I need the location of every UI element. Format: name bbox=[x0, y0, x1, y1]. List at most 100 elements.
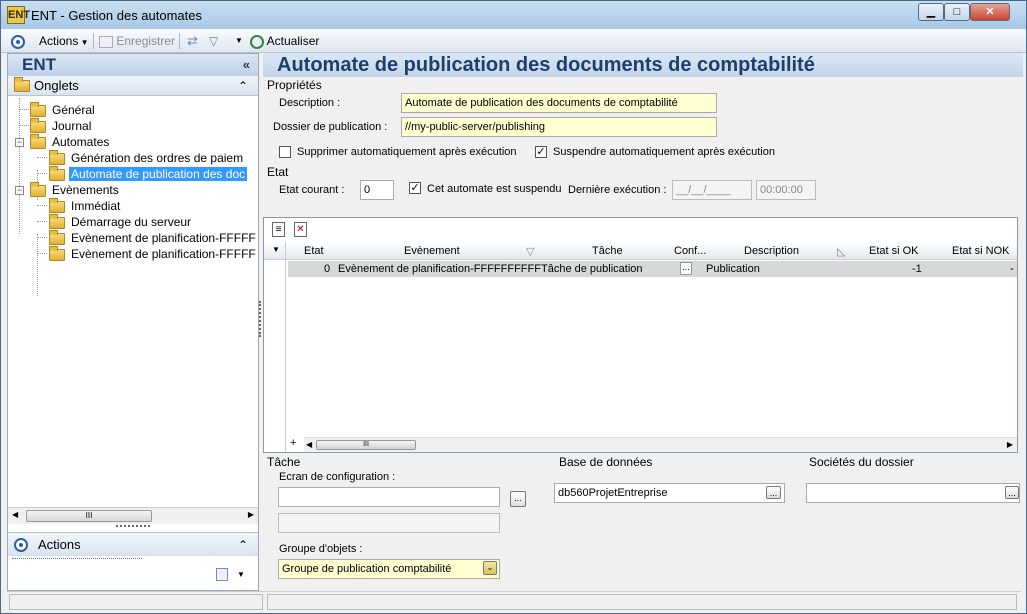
tree-horizontal-scrollbar[interactable]: ◀ III ▶ bbox=[8, 507, 258, 524]
status-cell bbox=[9, 594, 263, 610]
actions-toggle-icon[interactable]: ⌃ bbox=[238, 533, 248, 557]
filter-dropdown-icon[interactable]: ▼ bbox=[235, 33, 243, 49]
description-label: Description : bbox=[279, 97, 341, 109]
save-icon bbox=[99, 35, 113, 48]
scroll-right-icon[interactable]: ▶ bbox=[248, 510, 254, 519]
tree-item-generation-ordres[interactable]: Génération des ordres de paiem bbox=[49, 149, 245, 166]
actions-list-item[interactable] bbox=[12, 558, 142, 564]
tree-item-immediat[interactable]: Immédiat bbox=[49, 197, 122, 214]
collapse-panel-icon[interactable]: « bbox=[243, 54, 250, 76]
ecran-field[interactable] bbox=[278, 487, 500, 507]
base-field[interactable]: db560ProjetEntreprise bbox=[554, 483, 785, 503]
tree-line bbox=[19, 125, 29, 126]
cell-description: Publication bbox=[706, 263, 760, 275]
actions-icon bbox=[14, 538, 28, 552]
tree-line bbox=[37, 205, 47, 206]
suspendre-checkbox[interactable]: ✓ bbox=[535, 146, 547, 158]
cell-etat: 0 bbox=[324, 263, 331, 275]
toolbar-separator bbox=[93, 33, 94, 49]
scroll-right-icon[interactable]: ▶ bbox=[1007, 440, 1013, 449]
refresh-button[interactable]: Actualiser bbox=[250, 33, 319, 49]
tree-item-general[interactable]: Général bbox=[30, 101, 97, 118]
transitions-grid: ≡ ✕ ▼ Etat Evènement ▽ Tâche Conf... Des… bbox=[263, 217, 1018, 453]
properties-group-label: Propriétés bbox=[267, 78, 322, 92]
derniere-date-field[interactable]: __/__/____ bbox=[672, 180, 752, 200]
ecran-browse-button[interactable]: ... bbox=[510, 491, 526, 507]
vertical-splitter[interactable] bbox=[259, 301, 262, 337]
groupe-dropdown-icon[interactable]: ⌄ bbox=[483, 561, 497, 575]
document-icon[interactable] bbox=[216, 568, 228, 581]
tree-item-label: Evènement de planification-FFFFF bbox=[71, 247, 256, 261]
tree-line bbox=[37, 221, 47, 222]
tree-item-label: Automates bbox=[52, 135, 110, 149]
onglets-section-header[interactable]: Onglets ⌃ bbox=[8, 76, 258, 96]
column-header[interactable]: Etat bbox=[304, 245, 324, 257]
section-toggle-icon[interactable]: ⌃ bbox=[238, 76, 248, 96]
column-header[interactable]: Evènement bbox=[404, 245, 460, 257]
status-cell bbox=[267, 594, 1017, 610]
tree-item-demarrage[interactable]: Démarrage du serveur bbox=[49, 213, 193, 230]
tree-item-planification-2[interactable]: Evènement de planification-FFFFF bbox=[49, 245, 258, 262]
societes-field[interactable] bbox=[806, 483, 1020, 503]
column-header[interactable]: Etat si OK bbox=[869, 245, 919, 257]
derniere-time-field[interactable]: 00:00:00 bbox=[756, 180, 816, 200]
sort-icon: ◺ bbox=[837, 246, 846, 258]
grid-horizontal-scrollbar[interactable]: ◀ III ▶ bbox=[304, 437, 1017, 452]
collapse-automates-icon[interactable]: − bbox=[15, 138, 24, 147]
suspendu-checkbox[interactable]: ✓ bbox=[409, 182, 421, 194]
column-header[interactable]: Tâche bbox=[592, 245, 623, 257]
table-row[interactable]: 0 Evènement de planification-FFFFFFFFFF … bbox=[288, 261, 1017, 277]
tree-item-automates[interactable]: Automates bbox=[30, 133, 111, 150]
etat-courant-label: Etat courant : bbox=[279, 184, 345, 196]
window-title: ENT - Gestion des automates bbox=[31, 8, 203, 23]
close-button[interactable]: ✕ bbox=[970, 3, 1010, 21]
scrollbar-thumb[interactable]: III bbox=[26, 510, 152, 522]
etat-group-label: Etat bbox=[267, 165, 289, 179]
supprimer-label: Supprimer automatiquement après exécutio… bbox=[297, 146, 517, 158]
suspendre-label: Suspendre automatiquement après exécutio… bbox=[553, 146, 775, 158]
new-row-icon[interactable]: ≡ bbox=[272, 222, 285, 237]
scrollbar-thumb[interactable]: III bbox=[316, 440, 416, 450]
splitter-handle[interactable] bbox=[116, 525, 150, 528]
base-browse-button[interactable]: ... bbox=[766, 486, 781, 499]
tree-item-planification-1[interactable]: Evènement de planification-FFFFF bbox=[49, 229, 258, 246]
tree-line bbox=[19, 98, 20, 234]
scroll-left-icon[interactable]: ◀ bbox=[12, 510, 18, 519]
sync-icon[interactable]: ⇄ bbox=[187, 33, 198, 49]
sort-icon: ▽ bbox=[526, 246, 535, 258]
folder-icon bbox=[30, 101, 46, 117]
collapse-evenements-icon[interactable]: − bbox=[15, 186, 24, 195]
actions-section-header[interactable]: Actions ⌃ bbox=[8, 532, 258, 556]
cell-conf-button[interactable]: ... bbox=[680, 262, 692, 275]
save-button[interactable]: Enregistrer bbox=[99, 33, 175, 49]
maximize-button[interactable]: □ bbox=[944, 3, 970, 21]
tree-item-label: Démarrage du serveur bbox=[71, 215, 192, 229]
actions-menu[interactable]: Actions ▼ bbox=[39, 33, 89, 49]
tree-item-automate-publication[interactable]: Automate de publication des doc bbox=[49, 165, 248, 182]
actions-list: ▼ bbox=[8, 556, 258, 590]
column-header[interactable]: Etat si NOK bbox=[952, 245, 1009, 257]
etat-courant-field[interactable]: 0 bbox=[360, 180, 394, 200]
tree-line bbox=[19, 109, 29, 110]
minimize-button[interactable]: ▁ bbox=[918, 3, 944, 21]
dossier-field[interactable]: //my-public-server/publishing bbox=[401, 117, 717, 137]
description-field[interactable]: Automate de publication des documents de… bbox=[401, 93, 717, 113]
add-icon[interactable]: + bbox=[290, 437, 296, 449]
supprimer-checkbox[interactable] bbox=[279, 146, 291, 158]
folder-icon bbox=[49, 229, 65, 245]
tree-item-label: Evènement de planification-FFFFF bbox=[71, 231, 256, 245]
folder-icon bbox=[30, 117, 46, 133]
dropdown-icon[interactable]: ▼ bbox=[237, 570, 245, 579]
delete-row-icon[interactable]: ✕ bbox=[294, 222, 307, 237]
column-header[interactable]: Description bbox=[744, 245, 799, 257]
groupe-select[interactable]: Groupe de publication comptabilité bbox=[278, 559, 500, 579]
tree-item-journal[interactable]: Journal bbox=[30, 117, 93, 134]
societes-browse-button[interactable]: ... bbox=[1005, 486, 1019, 499]
column-header[interactable]: Conf... bbox=[674, 245, 706, 257]
tree-item-evenements[interactable]: Evènements bbox=[30, 181, 121, 198]
filter-icon[interactable]: ▽ bbox=[209, 33, 218, 49]
tree-item-label: Général bbox=[52, 103, 95, 117]
nav-header-title: ENT bbox=[22, 55, 56, 74]
folder-icon bbox=[49, 149, 65, 165]
scroll-left-icon[interactable]: ◀ bbox=[306, 440, 312, 449]
